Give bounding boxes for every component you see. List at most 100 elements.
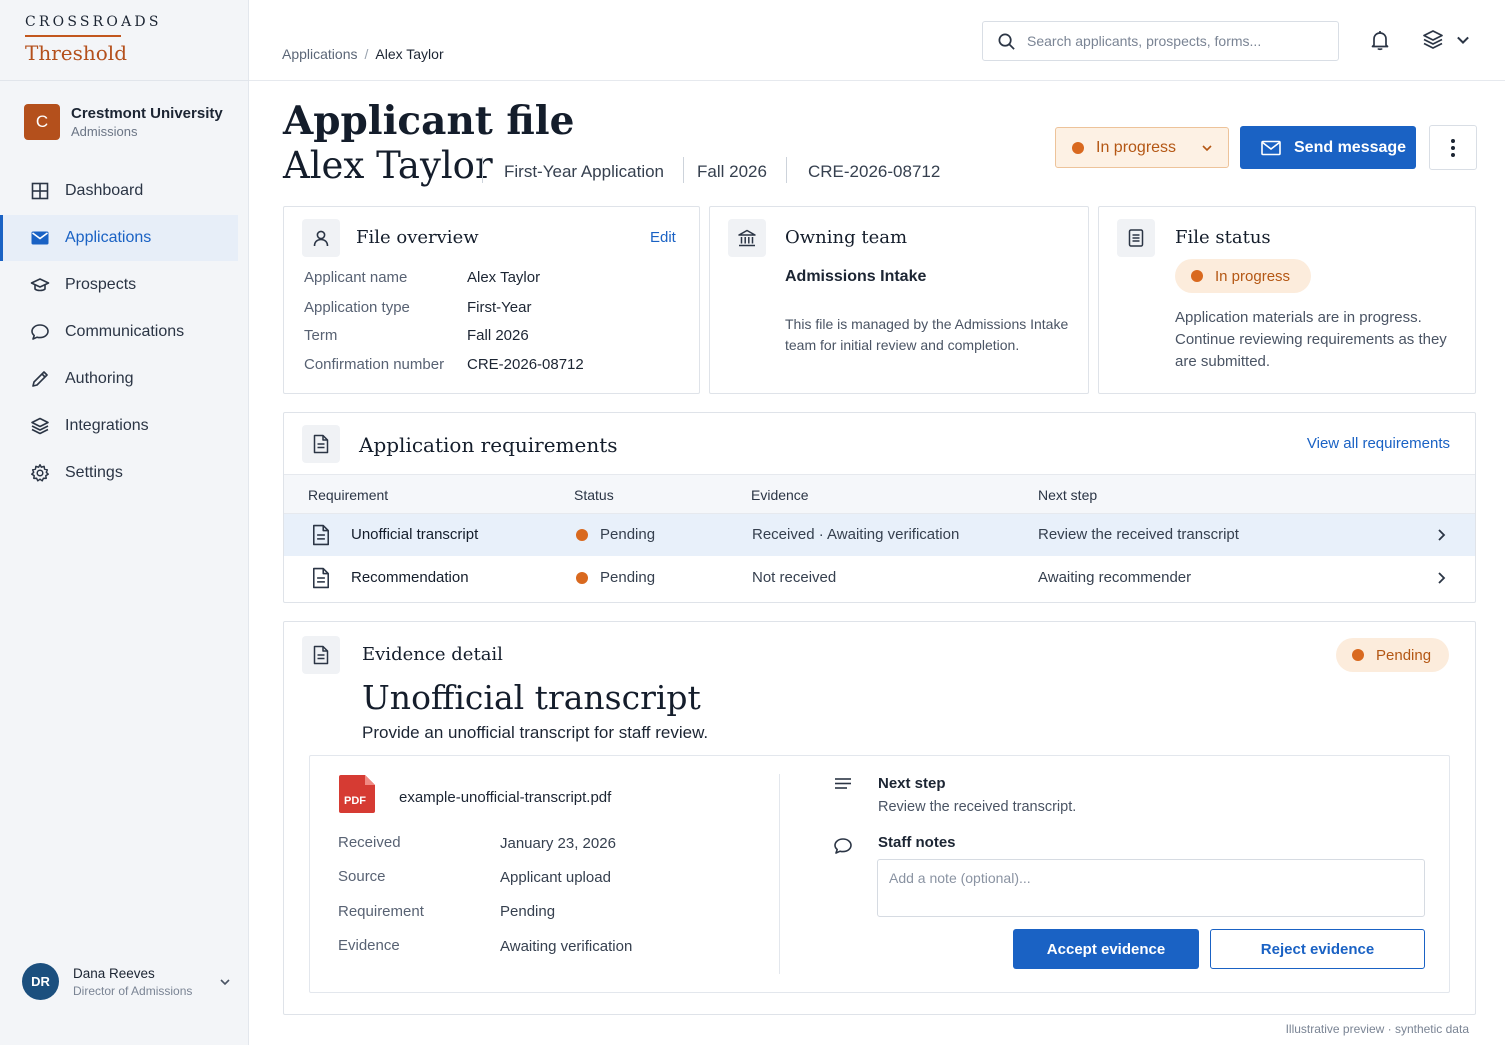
status-dot [576,572,588,584]
gear-icon [31,464,49,482]
pdf-label: PDF [344,795,366,807]
sidebar-item-dashboard[interactable]: Dashboard [0,168,249,214]
overview-value: CRE-2026-08712 [467,356,584,373]
breadcrumb-current: Alex Taylor [375,46,444,62]
evidence-subtitle: Provide an unofficial transcript for sta… [362,723,709,742]
breadcrumb-applications[interactable]: Applications [282,46,358,62]
accept-evidence-button[interactable]: Accept evidence [1013,929,1199,969]
requirement-next-step: Awaiting recommender [1038,569,1192,586]
team-name: Admissions Intake [785,268,927,285]
org-sub: Admissions [71,124,138,139]
brand-wordmark: Threshold [25,41,128,65]
requirement-evidence: Not received [752,569,837,586]
evidence-status-label: Pending [1376,646,1432,664]
sidebar-item-label: Applications [65,229,152,246]
status-dropdown[interactable]: In progress [1055,127,1229,168]
search-box[interactable] [982,21,1339,61]
layers-icon[interactable] [1421,28,1445,52]
evidence-filename[interactable]: example-unofficial-transcript.pdf [399,789,611,806]
column-header: Next step [1038,487,1098,503]
sidebar-item-settings[interactable]: Settings [0,450,249,496]
status-badge: In progress [1175,259,1311,293]
staff-notes-label: Staff notes [878,834,956,851]
edit-link[interactable]: Edit [650,229,676,246]
column-header: Status [574,487,614,503]
table-row[interactable]: Recommendation Pending Not received Awai… [284,557,1475,599]
sidebar-item-communications[interactable]: Communications [0,309,249,355]
evidence-field-label: Source [338,868,386,885]
evidence-field-value: Pending [500,903,556,920]
overview-value: First-Year [467,299,532,316]
overview-value: Fall 2026 [467,327,529,344]
pdf-file-icon[interactable]: PDF [339,775,375,813]
sidebar-item-label: Dashboard [65,182,144,199]
avatar: DR [22,963,59,1000]
more-options-button[interactable] [1429,125,1477,170]
status-dot [1191,270,1203,282]
requirement-next-step: Review the received transcript [1038,526,1239,543]
document-icon [313,567,329,589]
user-menu[interactable]: DR Dana Reeves Director of Admissions [22,963,232,1000]
lines-icon [835,778,851,789]
chevron-down-icon[interactable] [1454,31,1472,49]
overview-label: Term [304,327,338,344]
brand-wordmark-top: CROSSROADS [25,14,162,30]
status-dot [1352,649,1364,661]
requirements-card: Application requirements View all requir… [283,412,1476,603]
reject-evidence-button[interactable]: Reject evidence [1210,929,1425,969]
table-header: Requirement Status Evidence Next step [284,474,1475,514]
evidence-field-value: Awaiting verification [500,938,633,955]
owning-team-title: Owning team [785,227,908,248]
file-status-title: File status [1175,227,1271,248]
grid-icon [31,182,49,200]
document-icon [1117,219,1155,257]
requirement-name: Recommendation [351,569,469,586]
team-description: This file is managed by the Admissions I… [785,316,1069,353]
sidebar: CROSSROADS Threshold C Crestmont Univers… [0,0,249,1045]
sidebar-item-label: Integrations [65,417,149,434]
applicant-name: Alex Taylor [283,144,493,187]
breadcrumb-separator: / [364,46,369,62]
term: Fall 2026 [697,162,767,181]
evidence-field-label: Evidence [338,937,400,954]
page-title: Applicant file [283,98,575,144]
file-status-description: Application materials are in progress. C… [1175,309,1447,370]
sidebar-item-authoring[interactable]: Authoring [0,356,249,402]
sidebar-item-label: Authoring [65,370,134,387]
owning-team-card: Owning team Admissions Intake This file … [709,206,1089,394]
column-header: Requirement [308,487,389,503]
requirement-status: Pending [600,526,656,543]
application-type: First-Year Application [504,162,665,181]
staff-notes-input[interactable] [877,859,1425,917]
next-step-text: Review the received transcript. [878,799,1077,815]
send-message-button[interactable]: Send message [1240,126,1416,169]
brand-logo[interactable]: CROSSROADS Threshold [25,14,162,65]
file-overview-title: File overview [356,227,479,248]
status-dropdown-label: In progress [1096,138,1177,156]
evidence-field-label: Received [338,834,401,851]
overview-value: Alex Taylor [467,269,541,286]
search-input[interactable] [1027,33,1327,49]
bell-icon[interactable] [1368,28,1392,52]
file-overview-card: File overview Edit Applicant name Alex T… [283,206,700,394]
sidebar-item-prospects[interactable]: Prospects [0,262,249,308]
send-message-label: Send message [1294,138,1407,156]
sidebar-item-label: Prospects [65,276,137,293]
view-all-requirements-link[interactable]: View all requirements [1307,435,1450,452]
graduation-cap-icon [30,278,50,292]
status-badge-label: In progress [1215,267,1291,285]
evidence-field-value: Applicant upload [500,869,611,886]
sidebar-item-label: Settings [65,464,123,481]
table-row[interactable]: Unofficial transcript Pending Received ·… [284,514,1475,556]
next-step-label: Next step [878,775,946,792]
chevron-right-icon [1438,529,1446,541]
search-icon [998,33,1015,50]
status-dot [1072,141,1084,154]
sidebar-item-integrations[interactable]: Integrations [0,403,249,449]
org-switcher[interactable]: C Crestmont University Admissions [24,104,223,140]
evidence-detail-label: Evidence detail [362,644,503,665]
document-icon [313,524,329,546]
requirement-evidence: Received · Awaiting verification [752,526,960,543]
overview-label: Confirmation number [304,356,445,373]
sidebar-item-applications[interactable]: Applications [0,215,238,261]
